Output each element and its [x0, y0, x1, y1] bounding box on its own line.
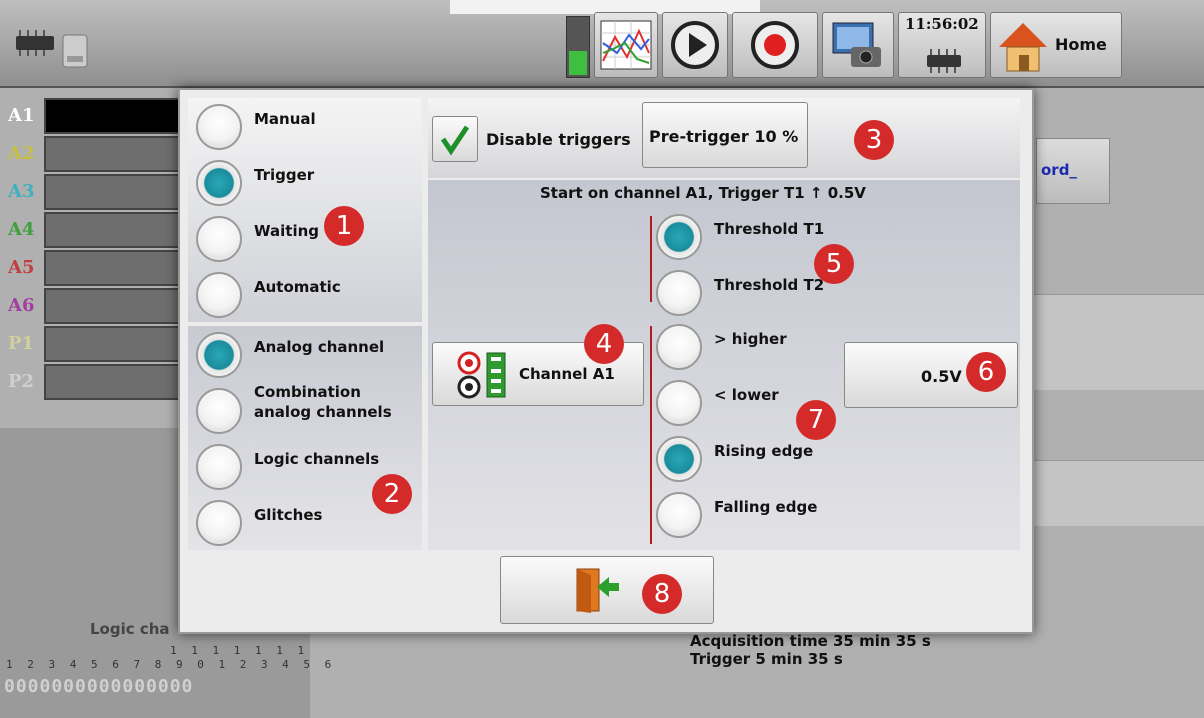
- threshold-threshold-t2-label: Threshold T2: [714, 276, 825, 294]
- trigger-time: Trigger 5 min 35 s: [690, 650, 843, 668]
- condition-falling-edge-radio[interactable]: [656, 492, 702, 538]
- condition-rising-edge-label: Rising edge: [714, 442, 814, 460]
- channel-label-a5: A5: [8, 257, 35, 278]
- value-label: 0.5V: [921, 367, 962, 386]
- mode-manual-label: Manual: [254, 110, 316, 128]
- pretrigger-label: Pre-trigger 10 %: [649, 127, 799, 146]
- exit-door-icon: [571, 565, 621, 615]
- condition-lower-radio[interactable]: [656, 380, 702, 426]
- channel-track-p2[interactable]: [44, 364, 194, 400]
- channel-track-a4[interactable]: [44, 212, 194, 248]
- record-field-label: ord_: [1041, 161, 1077, 179]
- clock-panel: 11:56:02: [898, 12, 986, 78]
- mode-automatic-label: Automatic: [254, 278, 341, 296]
- mode-trigger-radio[interactable]: [196, 160, 242, 206]
- storage-icon: [62, 34, 88, 68]
- play-button[interactable]: [662, 12, 728, 78]
- channel-connector-icon: [457, 351, 513, 399]
- source-glitches-radio[interactable]: [196, 500, 242, 546]
- source-analog-channel-radio[interactable]: [196, 332, 242, 378]
- trigger-dialog: Disable triggers Pre-trigger 10 % Start …: [178, 88, 1034, 634]
- source-analog-channel-label: Analog channel: [254, 338, 385, 356]
- home-label: Home: [1055, 35, 1107, 54]
- channel-track-a6[interactable]: [44, 288, 194, 324]
- step-badge-8: 8: [642, 574, 682, 614]
- channel-track-a5[interactable]: [44, 250, 194, 286]
- condition-divider: [650, 326, 652, 544]
- channel-label-a6: A6: [8, 295, 35, 316]
- condition-higher-label: > higher: [714, 330, 787, 348]
- logic-channels-label: Logic cha: [90, 620, 170, 638]
- disable-triggers-label: Disable triggers: [486, 130, 631, 149]
- channel-label-a3: A3: [8, 181, 35, 202]
- exit-button[interactable]: [500, 556, 714, 624]
- channel-select-label: Channel A1: [519, 365, 615, 383]
- channel-label-p2: P2: [8, 371, 35, 392]
- source-combination-analog-channels-radio[interactable]: [196, 388, 242, 434]
- channel-track-p1[interactable]: [44, 326, 194, 362]
- source-logic-channels-radio[interactable]: [196, 444, 242, 490]
- chip-icon: [10, 28, 60, 56]
- logic-numbers: 1 2 3 4 5 6 7 8 9 0 1 2 3 4 5 6: [6, 658, 336, 671]
- top-toolbar: 11:56:02 Home: [0, 0, 1204, 88]
- step-badge-7: 7: [796, 400, 836, 440]
- pretrigger-button[interactable]: Pre-trigger 10 %: [642, 102, 808, 168]
- step-badge-4: 4: [584, 324, 624, 364]
- chart-button[interactable]: [594, 12, 658, 78]
- right-panel-lower: [1034, 460, 1204, 526]
- record-field[interactable]: ord_: [1036, 138, 1110, 204]
- channel-label-a2: A2: [8, 143, 35, 164]
- threshold-threshold-t1-label: Threshold T1: [714, 220, 825, 238]
- chip-icon: [921, 47, 967, 73]
- trigger-summary: Start on channel A1, Trigger T1 ↑ 0.5V: [540, 184, 866, 202]
- mode-trigger-label: Trigger: [254, 166, 315, 184]
- condition-falling-edge-label: Falling edge: [714, 498, 818, 516]
- right-panel: [1034, 294, 1204, 390]
- mode-waiting-radio[interactable]: [196, 216, 242, 262]
- record-button[interactable]: [732, 12, 818, 78]
- disable-triggers-checkbox[interactable]: [432, 116, 478, 162]
- acquisition-time: Acquisition time 35 min 35 s: [690, 632, 931, 650]
- channel-label-a1: A1: [8, 105, 35, 126]
- source-combination-analog-channels-label: Combination analog channels: [254, 383, 392, 421]
- condition-higher-radio[interactable]: [656, 324, 702, 370]
- source-glitches-label: Glitches: [254, 506, 323, 524]
- threshold-threshold-t2-radio[interactable]: [656, 270, 702, 316]
- mode-waiting-label: Waiting: [254, 222, 320, 240]
- logic-numbers-top: 1 1 1 1 1 1 1: [170, 644, 309, 657]
- channel-label-p1: P1: [8, 333, 35, 354]
- source-logic-channels-label: Logic channels: [254, 450, 380, 468]
- channel-label-a4: A4: [8, 219, 35, 240]
- home-button[interactable]: Home: [990, 12, 1122, 78]
- clock-text: 11:56:02: [905, 15, 979, 33]
- threshold-divider: [650, 216, 652, 302]
- threshold-threshold-t1-radio[interactable]: [656, 214, 702, 260]
- logic-values: 0000000000000000: [4, 676, 194, 697]
- screenshot-button[interactable]: [822, 12, 894, 78]
- mode-automatic-radio[interactable]: [196, 272, 242, 318]
- step-badge-3: 3: [854, 120, 894, 160]
- mode-manual-radio[interactable]: [196, 104, 242, 150]
- step-badge-6: 6: [966, 352, 1006, 392]
- condition-lower-label: < lower: [714, 386, 779, 404]
- channel-track-a2[interactable]: [44, 136, 194, 172]
- channel-track-a3[interactable]: [44, 174, 194, 210]
- checkmark-icon: [440, 125, 470, 156]
- level-meter: [566, 16, 590, 78]
- home-icon: [997, 19, 1049, 73]
- channel-track-a1[interactable]: [44, 98, 194, 134]
- condition-rising-edge-radio[interactable]: [656, 436, 702, 482]
